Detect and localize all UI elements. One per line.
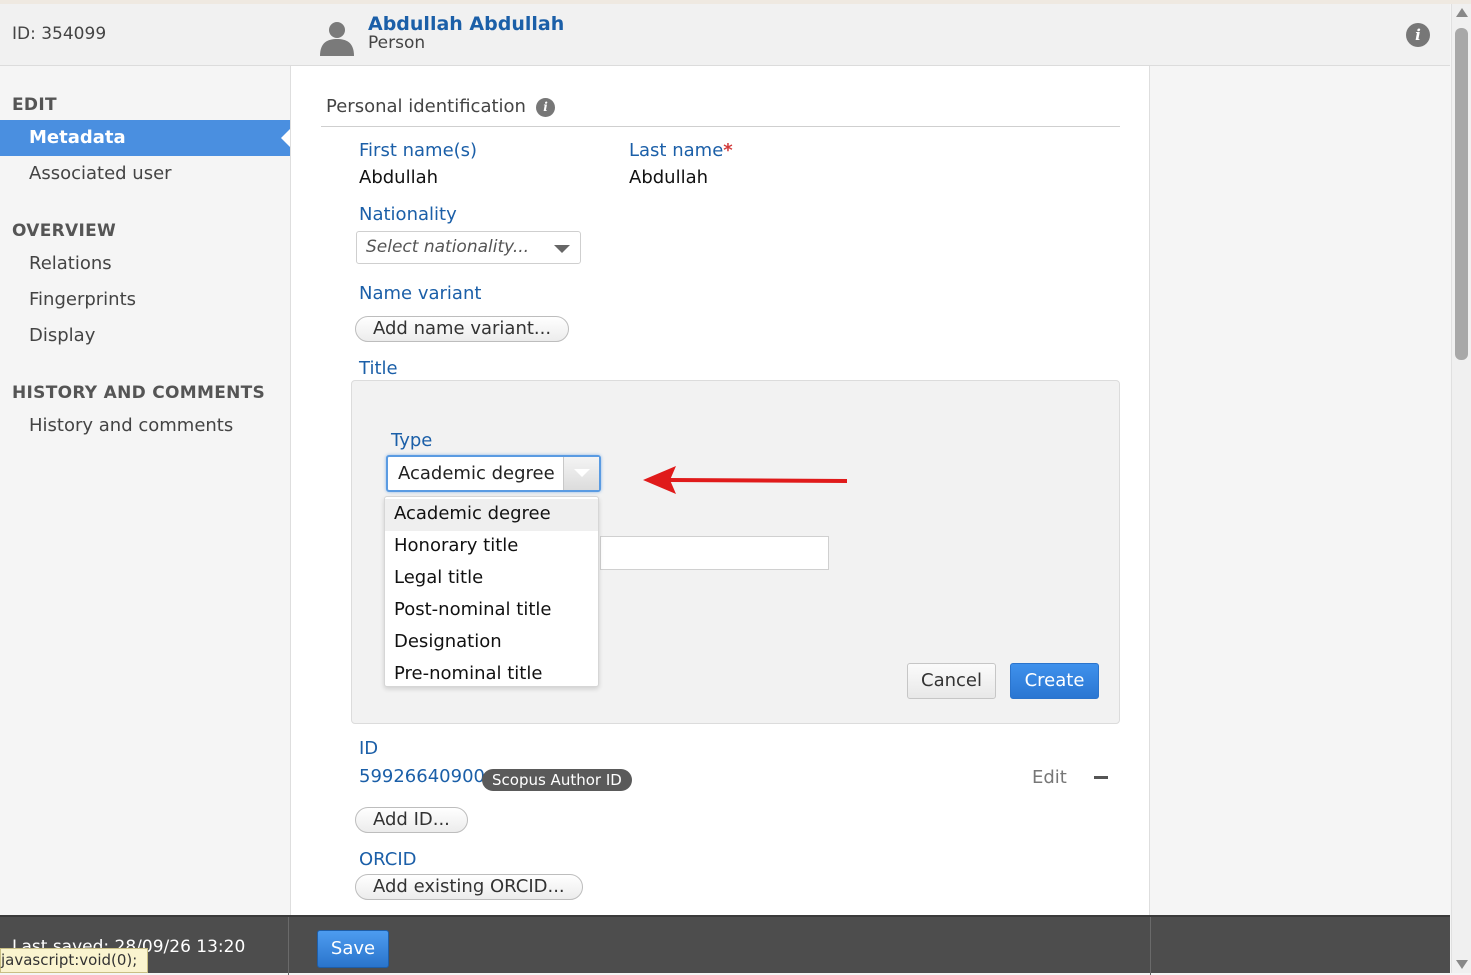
last-name-label-text: Last name [629,140,724,161]
sidebar-item-history-and-comments[interactable]: History and comments [29,415,233,436]
type-option-designation[interactable]: Designation [385,627,598,659]
type-option-pre-nominal-title[interactable]: Pre-nominal title [385,659,598,691]
type-combobox[interactable]: Academic degree [386,455,601,492]
nationality-placeholder: Select nationality... [366,237,530,257]
sidebar: EDIT Metadata Associated user OVERVIEW R… [0,66,291,915]
right-gutter [1150,66,1450,915]
remove-id-icon[interactable] [1094,776,1108,779]
sidebar-heading-edit: EDIT [12,95,57,115]
title-value-input[interactable] [600,536,829,570]
footer-bar: Last saved: 28/09/26 13:20 Save [0,915,1450,975]
first-name-value: Abdullah [359,167,439,188]
name-variant-label: Name variant [359,283,482,304]
sidebar-item-display[interactable]: Display [29,325,95,346]
record-type: Person [368,33,426,53]
sidebar-item-metadata[interactable]: Metadata [0,120,291,156]
sidebar-item-associated-user[interactable]: Associated user [29,163,172,184]
nationality-label: Nationality [359,204,457,225]
required-mark: * [723,140,733,161]
sidebar-item-relations[interactable]: Relations [29,253,112,274]
id-type-badge: Scopus Author ID [482,769,632,791]
type-option-academic-degree[interactable]: Academic degree [385,499,598,531]
add-existing-orcid-button[interactable]: Add existing ORCID... [355,874,583,900]
nationality-select[interactable]: Select nationality... [356,231,581,264]
record-id: ID: 354099 [12,24,107,44]
save-button[interactable]: Save [317,930,389,968]
type-option-legal-title[interactable]: Legal title [385,563,598,595]
sidebar-heading-history: HISTORY AND COMMENTS [12,383,266,403]
footer-divider [1150,917,1151,975]
add-name-variant-button[interactable]: Add name variant... [355,316,570,342]
first-name-label: First name(s) [359,140,478,161]
type-option-honorary-title[interactable]: Honorary title [385,531,598,563]
browser-status-url: javascript:void(0); [0,948,149,973]
footer-divider [288,917,289,975]
scrollbar-thumb[interactable] [1455,28,1468,360]
info-icon[interactable]: i [1406,23,1430,47]
user-silhouette-icon [320,22,354,56]
section-title: Personal identification [326,96,526,117]
scroll-down-icon[interactable] [1456,960,1468,969]
type-dropdown-list: Academic degree Honorary title Legal tit… [384,496,599,687]
info-icon[interactable]: i [536,98,555,117]
sidebar-item-fingerprints[interactable]: Fingerprints [29,289,136,310]
scroll-up-icon[interactable] [1456,8,1468,17]
vertical-scrollbar[interactable] [1451,4,1471,973]
last-name-value: Abdullah [629,167,709,188]
section-divider [321,126,1120,127]
annotation-arrow-icon [643,466,848,494]
add-id-button[interactable]: Add ID... [355,807,468,833]
edit-id-link[interactable]: Edit [1032,767,1067,788]
person-name-link[interactable]: Abdullah Abdullah [368,13,564,35]
chevron-down-icon [554,245,570,253]
create-button[interactable]: Create [1010,663,1099,699]
type-option-post-nominal-title[interactable]: Post-nominal title [385,595,598,627]
cancel-button[interactable]: Cancel [907,663,996,699]
chevron-down-icon[interactable] [563,457,599,490]
orcid-label: ORCID [359,849,417,870]
last-name-label: Last name* [629,140,733,161]
record-header: ID: 354099 Abdullah Abdullah Person i [0,4,1450,66]
id-label: ID [359,738,379,759]
title-label: Title [359,358,398,379]
id-value-link[interactable]: 59926640900 [359,766,485,787]
type-label: Type [391,430,433,451]
sidebar-heading-overview: OVERVIEW [12,221,117,241]
type-combobox-value: Academic degree [398,463,555,484]
